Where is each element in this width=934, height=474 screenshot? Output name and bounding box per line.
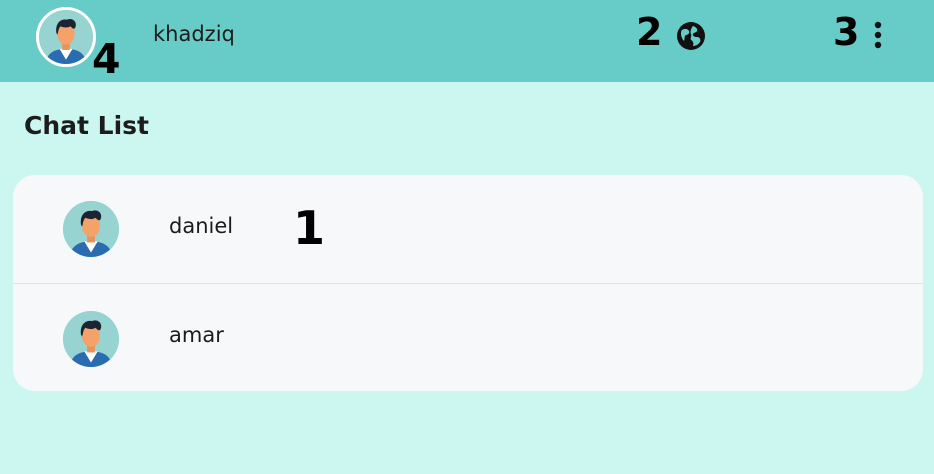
current-username: khadziq — [153, 22, 235, 46]
chat-marker-label: 1 — [293, 201, 326, 255]
chat-contact-name: daniel — [169, 214, 234, 238]
chat-list-item-amar[interactable]: amar — [13, 284, 923, 391]
chat-list: daniel amar — [13, 175, 923, 391]
profile-marker-label: 4 — [92, 35, 121, 83]
language-marker-label: 2 — [636, 10, 663, 54]
user-avatar-icon — [63, 311, 119, 367]
menu-marker-label: 3 — [833, 10, 860, 54]
globe-icon[interactable] — [676, 21, 706, 51]
chat-contact-name: amar — [169, 323, 224, 347]
user-avatar-icon — [63, 201, 119, 257]
more-vertical-icon[interactable] — [864, 20, 892, 50]
page-title: Chat List — [24, 111, 149, 140]
top-bar: 4 khadziq 2 3 — [0, 0, 934, 82]
chat-list-item-daniel[interactable]: daniel — [13, 175, 923, 284]
profile-avatar-icon[interactable] — [36, 7, 96, 67]
